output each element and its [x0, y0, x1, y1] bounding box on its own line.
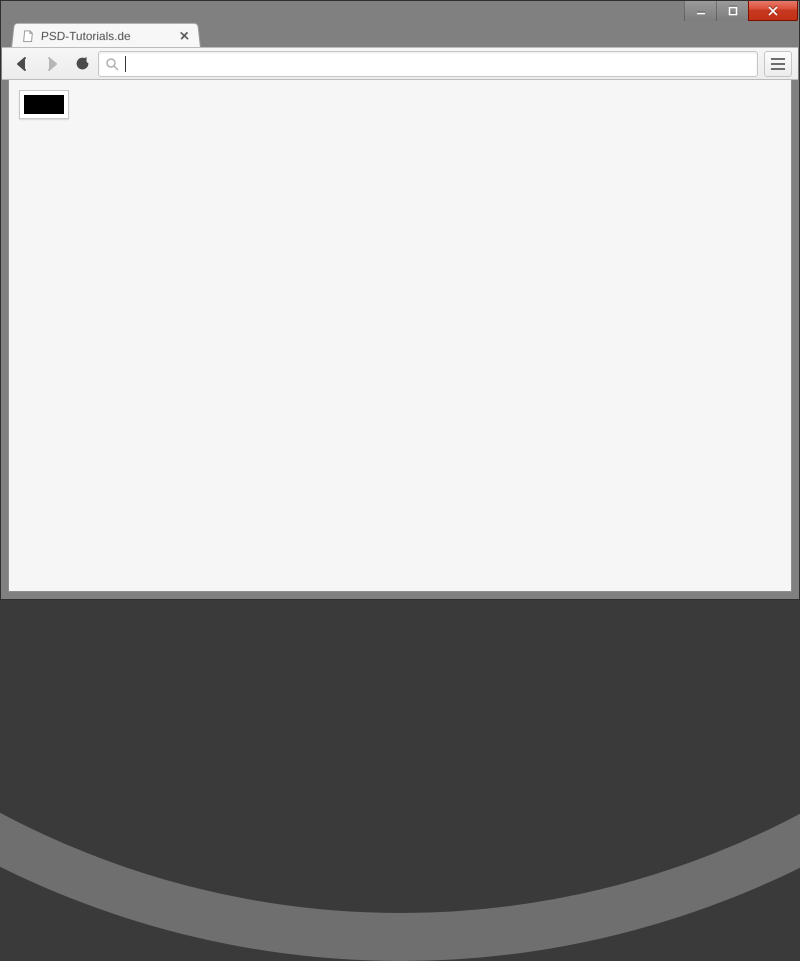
url-input[interactable]: [132, 53, 751, 75]
window-caption-buttons: [684, 1, 798, 21]
forward-button[interactable]: [38, 51, 66, 77]
browser-tab[interactable]: PSD-Tutorials.de: [11, 23, 201, 48]
reload-icon: [74, 55, 91, 72]
arrow-left-icon: [13, 55, 31, 73]
menu-icon: [771, 63, 785, 65]
text-caret: [125, 56, 126, 72]
page-content: [9, 80, 791, 591]
back-button[interactable]: [8, 51, 36, 77]
toolbar: [2, 47, 798, 80]
window-maximize-button[interactable]: [716, 1, 748, 21]
search-icon: [105, 57, 119, 71]
close-icon: [766, 5, 780, 17]
color-swatch: [24, 95, 64, 114]
maximize-icon: [727, 5, 739, 17]
close-icon: [179, 31, 189, 40]
window-close-button[interactable]: [748, 1, 798, 21]
chrome-menu-button[interactable]: [764, 51, 792, 77]
reload-button[interactable]: [68, 51, 96, 77]
page-viewport: [8, 80, 792, 592]
tab-strip: PSD-Tutorials.de: [1, 21, 799, 48]
window-minimize-button[interactable]: [684, 1, 716, 21]
arrow-right-icon: [43, 55, 61, 73]
browser-window: PSD-Tutorials.de: [0, 0, 800, 600]
minimize-icon: [695, 5, 707, 17]
color-swatch-frame: [19, 90, 69, 119]
tab-close-button[interactable]: [176, 29, 191, 43]
address-bar[interactable]: [98, 51, 758, 77]
file-icon: [21, 29, 36, 43]
tab-title: PSD-Tutorials.de: [40, 29, 177, 43]
